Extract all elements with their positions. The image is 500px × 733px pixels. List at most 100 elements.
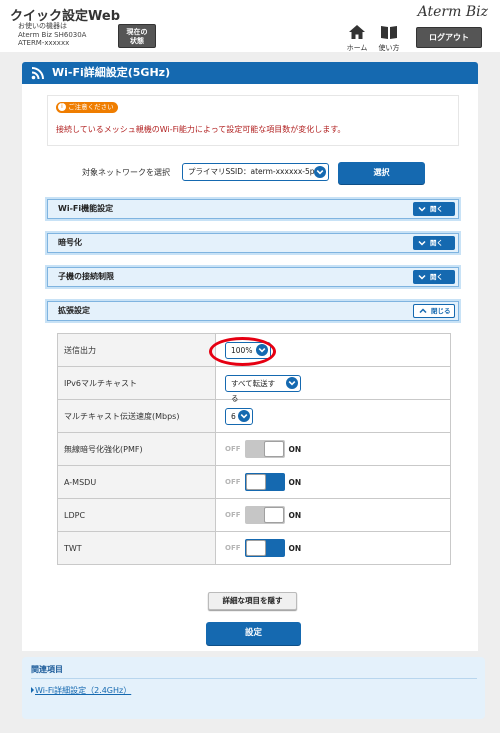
table-row: マルチキャスト伝送速度(Mbps) 6 [57, 399, 451, 433]
section-title: 子機の接続制限 [58, 272, 114, 281]
toggle-off-label: OFF [225, 511, 241, 519]
amsdu-cell: OFF ON [215, 465, 451, 499]
chevron-down-icon [286, 376, 298, 389]
open-section-button[interactable]: 開く [413, 202, 455, 216]
ldpc-toggle[interactable]: OFF ON [225, 506, 301, 524]
section-extended-settings: 拡張設定 閉じる [47, 301, 459, 321]
chevron-down-icon [256, 343, 268, 356]
device-info-line: お使いの機器は [18, 22, 67, 30]
section-wifi-function: Wi-Fi機能設定 開く [47, 199, 459, 219]
book-icon [381, 26, 397, 39]
page-title-bar: Wi-Fi詳細設定(5GHz) [22, 62, 478, 84]
section-title: 拡張設定 [58, 306, 90, 315]
tx-power-label: 送信出力 [57, 333, 216, 367]
brand-logo: Aterm Biz [417, 4, 488, 20]
amsdu-toggle[interactable]: OFF ON [225, 473, 301, 491]
toggle-on-label: ON [288, 444, 302, 454]
ipv6-multicast-dropdown[interactable]: すべて転送する [225, 374, 301, 403]
section-encryption: 暗号化 開く [47, 233, 459, 253]
chevron-down-icon [238, 409, 250, 422]
table-row: A-MSDU OFF ON [57, 465, 451, 499]
home-nav-label: ホーム [346, 44, 368, 52]
network-select-button[interactable]: 選択 [338, 162, 425, 184]
ipv6-multicast-cell: すべて転送する [215, 366, 451, 403]
toggle-knob [245, 540, 266, 556]
toggle-on-label: ON [288, 510, 302, 520]
amsdu-label: A-MSDU [57, 465, 216, 499]
network-select-value: プライマリSSID：aterm-xxxxxx-5p [188, 167, 315, 176]
amsdu-toggle-track [244, 473, 285, 491]
pmf-cell: OFF ON [215, 432, 451, 466]
section-title: 暗号化 [58, 238, 82, 247]
ipv6-multicast-label: IPv6マルチキャスト [57, 366, 216, 400]
chevron-down-icon [418, 274, 426, 280]
related-title: 関連項目 [31, 665, 63, 674]
section-client-restriction: 子機の接続制限 開く [47, 267, 459, 287]
device-info: お使いの機器は Aterm Biz SH6030A ATERM-xxxxxx [18, 22, 86, 48]
multicast-rate-cell: 6 [215, 399, 451, 433]
toggle-knob [245, 474, 266, 490]
table-row: LDPC OFF ON [57, 498, 451, 532]
twt-label: TWT [57, 531, 216, 565]
chevron-down-icon [418, 240, 426, 246]
tx-power-value: 100% [231, 345, 253, 355]
toggle-on-label: ON [288, 477, 302, 487]
toggle-off-label: OFF [225, 478, 241, 486]
toggle-off-label: OFF [225, 445, 241, 453]
open-section-label: 開く [430, 273, 443, 281]
home-icon [349, 25, 365, 39]
app-header: クイック設定Web お使いの機器は Aterm Biz SH6030A ATER… [0, 0, 500, 52]
network-select-dropdown[interactable]: プライマリSSID：aterm-xxxxxx-5p [182, 163, 329, 181]
table-row: TWT OFF ON [57, 531, 451, 565]
twt-toggle-track [244, 539, 285, 557]
arrow-right-icon [31, 687, 34, 693]
tx-power-dropdown[interactable]: 100% [225, 341, 271, 359]
table-row: 無線暗号化強化(PMF) OFF ON [57, 432, 451, 466]
close-section-label: 閉じる [431, 307, 451, 315]
toggle-knob [263, 441, 284, 457]
help-nav-label: 使い方 [378, 44, 400, 52]
hide-details-button[interactable]: 詳細な項目を隠す [208, 592, 297, 610]
related-link-wifi-24ghz[interactable]: Wi-Fi詳細設定（2.4GHz） [35, 685, 131, 696]
tx-power-cell: 100% [215, 333, 451, 367]
wifi-icon [31, 67, 44, 80]
ldpc-cell: OFF ON [215, 498, 451, 532]
divider [31, 678, 477, 679]
table-row: IPv6マルチキャスト すべて転送する [57, 366, 451, 403]
multicast-rate-dropdown[interactable]: 6 [225, 407, 253, 425]
table-row: 送信出力 100% [57, 333, 451, 367]
help-nav-button[interactable]: 使い方 [376, 24, 402, 53]
open-section-label: 開く [430, 239, 443, 247]
ldpc-toggle-track [244, 506, 285, 524]
chevron-down-icon [314, 166, 326, 178]
multicast-rate-value: 6 [231, 411, 236, 421]
device-name: ATERM-xxxxxx [18, 39, 70, 47]
open-section-label: 開く [430, 205, 443, 213]
pmf-label: 無線暗号化強化(PMF) [57, 432, 216, 466]
chevron-down-icon [418, 206, 426, 212]
info-icon: i [58, 102, 66, 111]
apply-button[interactable]: 設定 [206, 622, 301, 645]
device-model: Aterm Biz SH6030A [18, 30, 87, 39]
logout-button[interactable]: ログアウト [416, 27, 482, 48]
open-section-button[interactable]: 開く [413, 236, 455, 250]
twt-toggle[interactable]: OFF ON [225, 539, 301, 557]
toggle-knob [263, 507, 284, 523]
network-select-label: 対象ネットワークを選択 [82, 168, 170, 177]
chevron-up-icon [419, 308, 427, 314]
extended-settings-table: 送信出力 100% IPv6マルチキャスト すべて転送する マルチキャスト伝送速… [57, 333, 451, 565]
pmf-toggle[interactable]: OFF ON [225, 440, 301, 458]
related-links-panel: 関連項目 Wi-Fi詳細設定（2.4GHz） [22, 657, 485, 719]
status-button-line1: 現在の [126, 28, 148, 36]
open-section-button[interactable]: 開く [413, 270, 455, 284]
notice-box: i ご注意ください 接続しているメッシュ親機のWi-Fi能力によって設定可能な項… [47, 95, 459, 146]
toggle-on-label: ON [288, 543, 302, 553]
close-section-button[interactable]: 閉じる [413, 304, 455, 318]
notice-badge: i ご注意ください [56, 102, 118, 113]
home-nav-button[interactable]: ホーム [345, 24, 369, 53]
section-title: Wi-Fi機能設定 [58, 204, 114, 213]
page-title: Wi-Fi詳細設定(5GHz) [52, 66, 171, 79]
current-status-button[interactable]: 現在の 状態 [118, 24, 156, 48]
twt-cell: OFF ON [215, 531, 451, 565]
ldpc-label: LDPC [57, 498, 216, 532]
